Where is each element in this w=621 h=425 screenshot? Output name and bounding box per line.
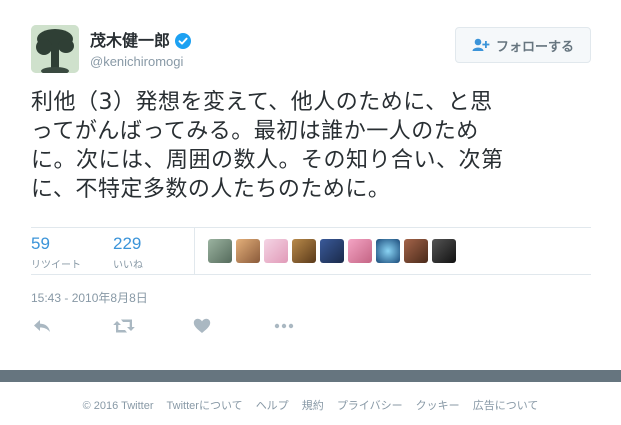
- footer-link-terms[interactable]: 規約: [302, 400, 324, 412]
- like-count: 229: [113, 234, 142, 253]
- follow-button[interactable]: フォローする: [455, 27, 591, 63]
- avatar[interactable]: [31, 25, 79, 73]
- liker-avatar[interactable]: [320, 239, 344, 263]
- footer-link-ads[interactable]: 広告について: [473, 400, 539, 412]
- retweet-count: 59: [31, 234, 50, 253]
- retweet-stat[interactable]: 59 リツイート: [31, 234, 81, 271]
- liker-avatar[interactable]: [292, 239, 316, 263]
- liker-avatar[interactable]: [348, 239, 372, 263]
- liker-avatar[interactable]: [376, 239, 400, 263]
- verified-badge-icon: [175, 33, 192, 49]
- stats-divider: [194, 228, 195, 274]
- footer-copyright: © 2016 Twitter: [82, 400, 154, 412]
- tweet-timestamp[interactable]: 15:43 - 2010年8月8日: [31, 289, 148, 306]
- heart-icon[interactable]: [193, 318, 211, 334]
- tweet-card: 茂木健一郎 @kenichiromogi フォローする 利他（3）発想を変えて、…: [0, 0, 621, 370]
- footer-link-privacy[interactable]: プライバシー: [337, 400, 403, 412]
- reply-icon[interactable]: [33, 318, 51, 334]
- add-user-icon: [472, 38, 490, 51]
- like-label: いいね: [113, 260, 143, 271]
- tweet-text-line: ってがんばってみる。最初は誰か一人のため: [31, 119, 479, 144]
- user-fullname[interactable]: 茂木健一郎: [90, 32, 170, 50]
- footer-divider-bar: [0, 370, 621, 382]
- more-icon[interactable]: [274, 318, 294, 334]
- user-name-row: 茂木健一郎: [90, 32, 192, 50]
- likers-avatars: [208, 239, 460, 263]
- footer-link-cookies[interactable]: クッキー: [416, 400, 460, 412]
- liker-avatar[interactable]: [404, 239, 428, 263]
- liker-avatar[interactable]: [236, 239, 260, 263]
- retweet-label: リツイート: [31, 260, 81, 271]
- liker-avatar[interactable]: [264, 239, 288, 263]
- tweet-text-line: 利他（3）発想を変えて、他人のために、と思: [31, 90, 493, 115]
- tweet-text: 利他（3）発想を変えて、他人のために、と思 ってがんばってみる。最初は誰か一人の…: [31, 88, 591, 204]
- liker-avatar[interactable]: [432, 239, 456, 263]
- tweet-stats: 59 リツイート 229 いいね: [31, 227, 591, 275]
- footer-link-help[interactable]: ヘルプ: [256, 400, 289, 412]
- liker-avatar[interactable]: [208, 239, 232, 263]
- tweet-text-line: に、不特定多数の人たちのために。: [31, 177, 391, 202]
- follow-button-label: フォローする: [495, 39, 574, 55]
- user-screen-name[interactable]: @kenichiromogi: [90, 54, 183, 69]
- site-footer: © 2016 Twitter Twitterについて ヘルプ 規約 プライバシー…: [0, 397, 621, 413]
- like-stat[interactable]: 229 いいね: [113, 234, 143, 271]
- tweet-text-line: に。次には、周囲の数人。その知り合い、次第: [31, 148, 504, 173]
- retweet-icon[interactable]: [113, 318, 135, 334]
- footer-link-about[interactable]: Twitterについて: [167, 400, 243, 412]
